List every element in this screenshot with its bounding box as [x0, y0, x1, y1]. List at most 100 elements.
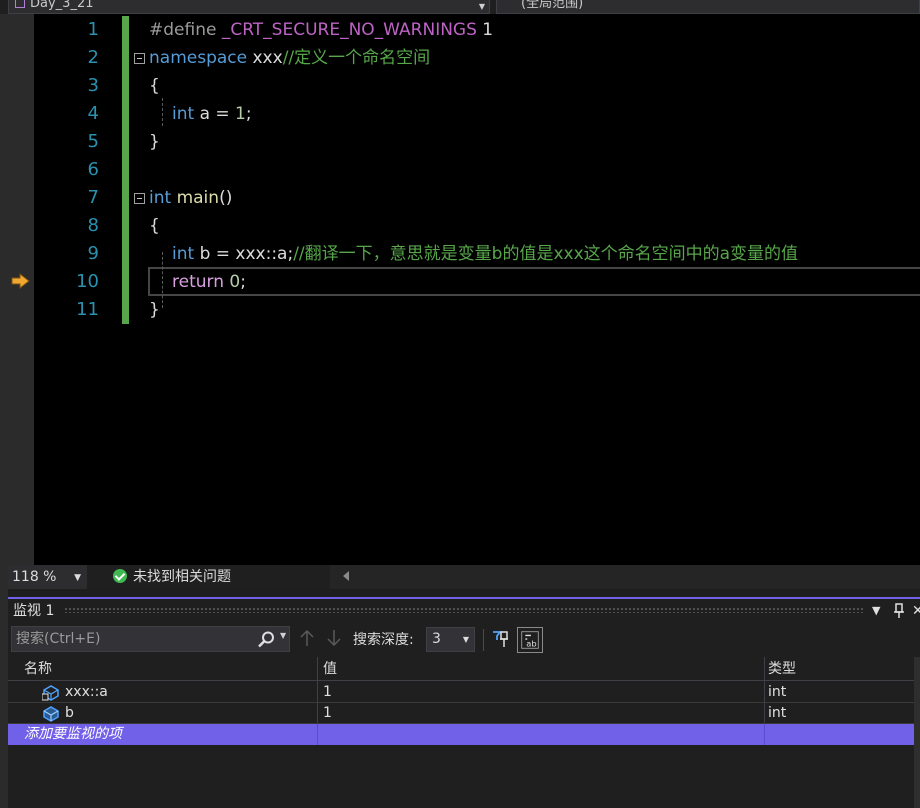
zoom-dropdown[interactable]: 118 % ▼	[8, 565, 87, 589]
toolbar-separator	[483, 629, 484, 651]
column-divider	[764, 724, 765, 745]
close-icon[interactable]: ✕	[912, 599, 920, 623]
issues-indicator[interactable]: 未找到相关问题	[113, 565, 231, 589]
code-line-10[interactable]: return 0;	[172, 268, 246, 296]
view-as-text-icon[interactable]: ab	[517, 627, 543, 653]
line-number: 11	[76, 299, 99, 320]
line-number: 1	[87, 19, 99, 40]
control-keyword: return	[172, 272, 224, 292]
chevron-down-icon: ▼	[462, 635, 469, 644]
issues-text: 未找到相关问题	[133, 569, 231, 585]
watch-row[interactable]: xxx::a 1 int	[8, 682, 914, 703]
search-options-icon[interactable]: ▼	[280, 631, 286, 640]
editor-status-bar: 118 % ▼ 未找到相关问题	[8, 565, 920, 589]
code-line-7[interactable]: int main()	[149, 184, 232, 212]
navigation-bar: Day_3_21 ▼ (全局范围)	[0, 0, 920, 14]
svg-text:ab: ab	[526, 638, 536, 648]
comment: //定义一个命名空间	[282, 48, 431, 68]
chevron-down-icon: ▼	[74, 573, 81, 583]
code-line-1[interactable]: #define _CRT_SECURE_NO_WARNINGS 1	[149, 16, 493, 44]
column-header-name[interactable]: 名称	[24, 657, 52, 680]
namespace-variable-icon	[42, 685, 59, 701]
horizontal-scrollbar[interactable]	[330, 565, 920, 589]
brace: {	[149, 216, 160, 236]
code-line-11[interactable]: }	[149, 296, 160, 324]
code-line-8[interactable]: {	[149, 212, 160, 240]
column-header-value[interactable]: 值	[323, 657, 337, 680]
code-line-9[interactable]: int b = xxx::a;//翻译一下，意思就是变量b的值是xxx这个命名空…	[172, 240, 798, 268]
watch-row-type: int	[768, 684, 787, 700]
namespace-name: xxx	[247, 48, 283, 68]
code-line-2[interactable]: namespace xxx//定义一个命名空间	[149, 44, 430, 72]
project-name: Day_3_21	[30, 0, 94, 11]
arrow-up-icon[interactable]	[299, 629, 315, 647]
watch-row-value[interactable]: 1	[323, 682, 332, 702]
check-circle-icon	[113, 569, 127, 583]
watch-panel-title: 监视 1	[13, 603, 55, 619]
search-icon[interactable]	[257, 631, 275, 648]
watch-row-name: xxx::a	[65, 684, 108, 700]
pin-icon[interactable]	[892, 603, 906, 619]
preprocessor-directive: #define	[149, 20, 217, 40]
code-text: ;	[245, 104, 252, 124]
watch-panel-header[interactable]: 监视 1 ▼ ✕	[8, 599, 920, 623]
code-text: a =	[194, 104, 236, 124]
vertical-scrollbar[interactable]	[914, 657, 920, 808]
code-text: ()	[219, 188, 233, 208]
brace: }	[149, 300, 160, 320]
zoom-level: 118 %	[12, 569, 57, 585]
code-line-5[interactable]: }	[149, 128, 160, 156]
add-watch-row[interactable]: 添加要监视的项	[8, 724, 914, 745]
watch-toolbar: ▼ 搜索深度: 3 ▼ ab	[8, 623, 920, 657]
search-box: ▼	[11, 626, 290, 652]
project-dropdown[interactable]: Day_3_21 ▼	[8, 0, 490, 14]
panel-drag-handle[interactable]	[64, 607, 864, 613]
code-text: b = xxx::a;	[194, 244, 294, 264]
line-number: 7	[87, 187, 99, 208]
macro-value: 1	[476, 20, 494, 40]
watch-row-value[interactable]: 1	[323, 703, 332, 723]
code-line-3[interactable]: {	[149, 72, 160, 100]
line-number: 5	[87, 131, 99, 152]
keyword: namespace	[149, 48, 248, 68]
brace: {	[149, 76, 160, 96]
number-literal: 0	[223, 272, 241, 292]
brace: }	[149, 132, 160, 152]
search-depth-select[interactable]: 3 ▼	[426, 627, 475, 652]
window-position-menu-icon[interactable]: ▼	[872, 599, 880, 623]
line-number: 8	[87, 215, 99, 236]
type-keyword: int	[149, 188, 172, 208]
number-literal: 1	[235, 104, 246, 124]
watch-row[interactable]: b 1 int	[8, 703, 914, 724]
search-depth-value: 3	[432, 631, 441, 647]
code-line-4[interactable]: int a = 1;	[172, 100, 252, 128]
code-text: ;	[240, 272, 246, 292]
function-name: main	[171, 188, 220, 208]
filter-icon[interactable]	[492, 629, 510, 649]
collapse-icon[interactable]	[134, 193, 145, 204]
scroll-left-icon[interactable]	[343, 571, 349, 581]
watch-row-name: b	[65, 705, 74, 721]
watch-grid[interactable]: 名称 值 类型 xxx::a 1 int b 1 int 添加要监视的项	[8, 657, 920, 808]
column-header-type[interactable]: 类型	[768, 657, 796, 680]
collapse-icon[interactable]	[134, 53, 145, 64]
search-input[interactable]	[12, 627, 250, 651]
line-number: 3	[87, 75, 99, 96]
line-number: 4	[87, 103, 99, 124]
add-watch-placeholder: 添加要监视的项	[24, 726, 122, 742]
local-variable-icon	[43, 706, 59, 722]
line-number: 2	[87, 47, 99, 68]
macro-name: _CRT_SECURE_NO_WARNINGS	[216, 20, 477, 40]
type-keyword: int	[172, 104, 195, 124]
column-divider	[317, 724, 318, 745]
arrow-down-icon[interactable]	[326, 629, 342, 647]
type-keyword: int	[172, 244, 195, 264]
project-icon	[15, 0, 25, 8]
watch-grid-header: 名称 值 类型	[8, 657, 914, 681]
scope-dropdown[interactable]: (全局范围)	[496, 0, 920, 14]
code-editor[interactable]: 1 2 3 4 5 6 7 8 9 10 11 #define _CRT_SEC…	[8, 14, 920, 565]
line-number: 6	[87, 159, 99, 180]
search-depth-label: 搜索深度:	[353, 632, 414, 648]
scope-name: (全局范围)	[521, 0, 584, 11]
comment: //翻译一下，意思就是变量b的值是xxx这个命名空间中的a变量的值	[293, 244, 799, 264]
